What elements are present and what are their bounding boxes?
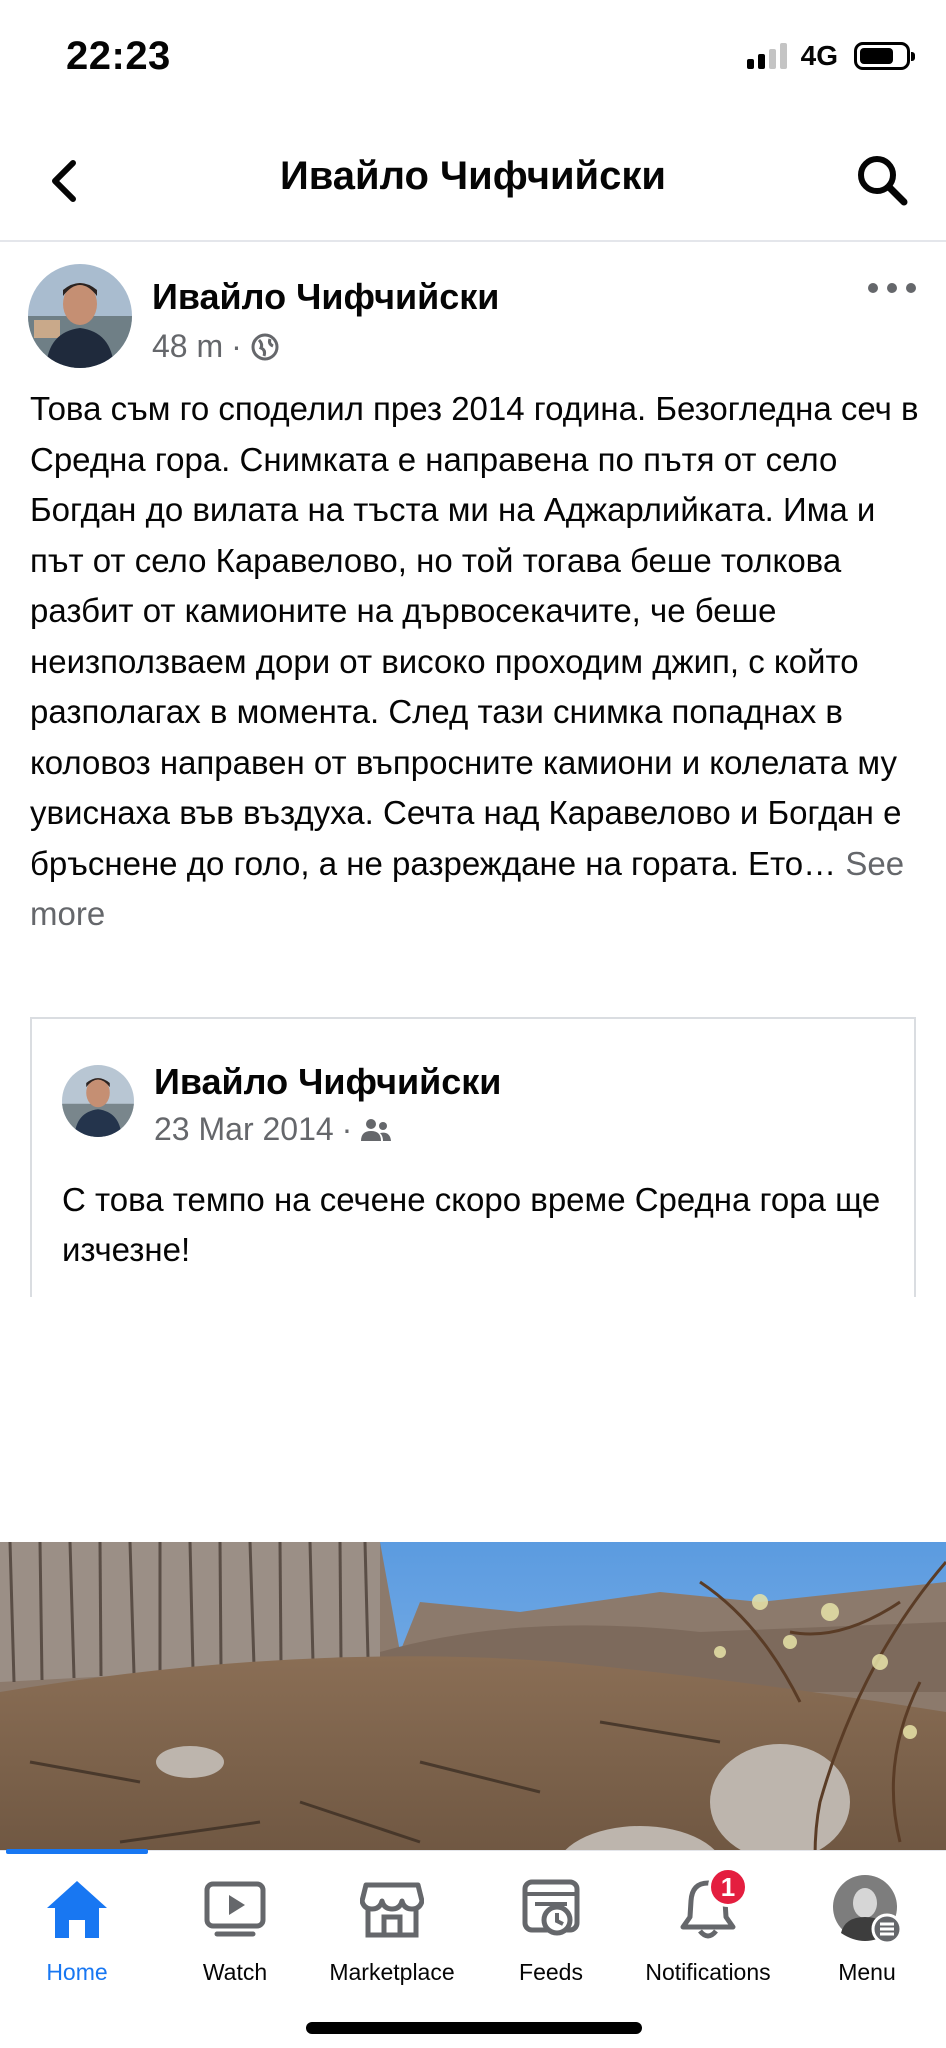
watch-icon [199, 1873, 271, 1945]
status-indicators: 4G [746, 40, 915, 72]
post-body: Това съм го споделил през 2014 година. Б… [30, 390, 919, 882]
shared-post-text: С това темпо на сечене скоро време Средн… [62, 1181, 881, 1268]
author-avatar[interactable] [28, 264, 132, 368]
page-title: Ивайло Чифчийски [279, 154, 667, 198]
network-type: 4G [800, 40, 838, 71]
post-author-name[interactable]: Ивайло Чифчийски [152, 276, 499, 318]
post-time: 48 m [152, 328, 224, 364]
friends-icon [361, 1118, 392, 1141]
dot-icon [868, 283, 878, 293]
tab-notifications[interactable]: 1 Notifications [623, 1867, 793, 1986]
shared-post-meta: 23 Mar 2014 · [154, 1111, 392, 1148]
tab-feeds-label: Feeds [519, 1959, 583, 1985]
meta-separator: · [341, 1111, 353, 1147]
shared-post[interactable]: Ивайло Чифчийски 23 Mar 2014 · С това те… [30, 1017, 916, 1297]
shared-author-name[interactable]: Ивайло Чифчийски [154, 1061, 501, 1103]
tab-home[interactable]: Home [0, 1873, 162, 1986]
feeds-icon [515, 1873, 587, 1945]
tab-watch[interactable]: Watch [150, 1873, 320, 1986]
profile-menu-icon [831, 1873, 903, 1945]
tab-watch-label: Watch [202, 1959, 268, 1985]
dot-icon [887, 283, 897, 293]
status-bar: 22:23 4G [0, 0, 946, 120]
tab-notifications-label: Notifications [645, 1959, 771, 1985]
shared-post-date: 23 Mar 2014 [154, 1111, 334, 1147]
dot-icon [906, 283, 916, 293]
notification-badge: 1 [708, 1867, 748, 1907]
marketplace-icon [356, 1873, 428, 1945]
shared-author-avatar[interactable] [62, 1065, 134, 1137]
meta-separator: · [231, 328, 242, 364]
home-icon [41, 1873, 113, 1945]
post-text: Това съм го споделил през 2014 година. Б… [30, 384, 920, 940]
post-meta: 48 m · [152, 328, 280, 365]
more-options-button[interactable] [868, 278, 916, 298]
tab-marketplace-label: Marketplace [329, 1959, 455, 1985]
tab-menu[interactable]: Menu [782, 1873, 946, 1986]
app-header: Ивайло Чифчийски [0, 120, 946, 242]
avatar-photo [62, 1065, 134, 1137]
home-indicator[interactable] [306, 2022, 642, 2034]
status-time: 22:23 [66, 34, 171, 78]
globe-icon [251, 333, 279, 360]
active-tab-indicator [6, 1849, 148, 1854]
bottom-tab-bar: Home Watch Marketplace Feeds 1 Notificat… [0, 1849, 946, 2048]
bell-icon: 1 [672, 1867, 748, 1945]
tab-home-label: Home [46, 1959, 108, 1985]
search-button[interactable] [852, 150, 912, 210]
search-icon [858, 156, 908, 206]
battery-icon [854, 42, 915, 70]
tab-feeds[interactable]: Feeds [466, 1873, 636, 1986]
tab-menu-label: Menu [838, 1959, 896, 1985]
signal-icon [746, 43, 787, 69]
tab-marketplace[interactable]: Marketplace [307, 1873, 477, 1986]
avatar-photo [28, 264, 132, 368]
